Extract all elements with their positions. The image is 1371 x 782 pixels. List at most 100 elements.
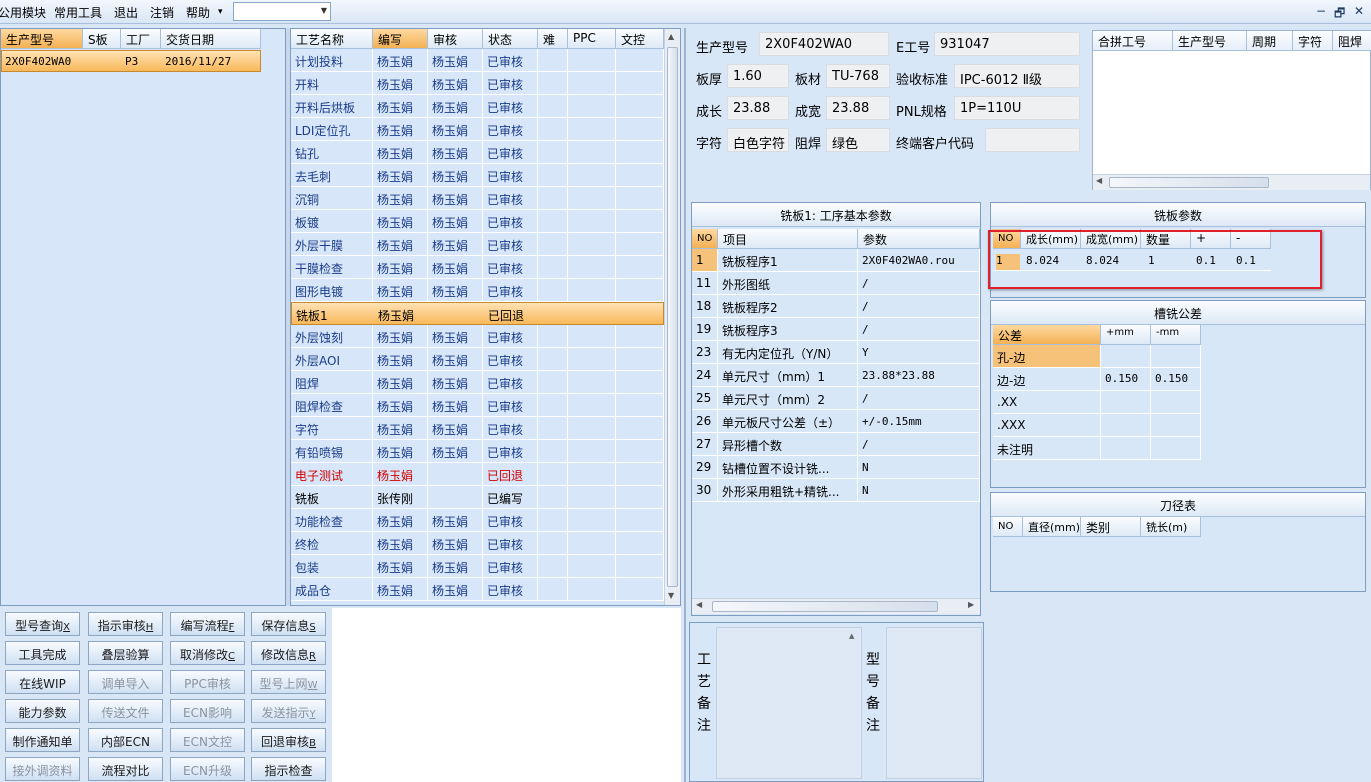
- solder-mask-field[interactable]: 绿色: [826, 128, 890, 152]
- table-row[interactable]: 25 单元尺寸（mm）2/: [692, 387, 980, 410]
- action-button[interactable]: 型号上网W: [251, 670, 326, 694]
- action-button[interactable]: ECN文控: [170, 728, 245, 752]
- table-row[interactable]: 26 单元板尺寸公差（±） +/-0.15mm: [692, 410, 980, 433]
- col-merge-char[interactable]: 字符: [1293, 31, 1333, 51]
- scroll-up-icon[interactable]: ▲: [668, 32, 674, 41]
- table-row[interactable]: 边-边 0.150 0.150: [993, 368, 1201, 391]
- process-scrollbar[interactable]: ▲ ▼: [664, 29, 680, 605]
- action-button[interactable]: 指示检查: [251, 757, 326, 781]
- col-model[interactable]: 生产型号: [1, 29, 83, 49]
- chevron-down-icon[interactable]: ▾: [218, 7, 223, 17]
- action-button[interactable]: 回退审核B: [251, 728, 326, 752]
- menu-common-tools[interactable]: 常用工具: [54, 4, 102, 21]
- col-tool-type[interactable]: 类别: [1081, 517, 1141, 537]
- table-row[interactable]: 1 铣板程序1 2X0F402WA0.rou: [692, 249, 980, 272]
- menu-exit[interactable]: 退出: [114, 4, 138, 21]
- table-row[interactable]: .XX: [993, 391, 1201, 414]
- table-row[interactable]: 未注明: [993, 437, 1201, 460]
- merge-hscrollbar[interactable]: ◀: [1093, 174, 1370, 190]
- table-row[interactable]: 铣板1 杨玉娟 已回退: [291, 302, 664, 325]
- action-button[interactable]: 能力参数: [5, 699, 80, 723]
- action-button[interactable]: 型号查询X: [5, 612, 80, 636]
- col-tolerance[interactable]: 公差: [993, 325, 1101, 345]
- col-no[interactable]: NO: [692, 229, 718, 249]
- table-row[interactable]: 外层干膜 杨玉娟 杨玉娟 已审核: [291, 233, 664, 256]
- table-row[interactable]: 23 有无内定位孔（Y/N） Y: [692, 341, 980, 364]
- char-field[interactable]: 白色字符: [727, 128, 789, 152]
- action-button[interactable]: 取消修改C: [170, 641, 245, 665]
- table-row[interactable]: 2X0F402WA0 P3 2016/11/27: [1, 50, 261, 72]
- close-icon[interactable]: ✕: [1354, 4, 1364, 18]
- table-row[interactable]: 29 钻槽位置不设计铣... N: [692, 456, 980, 479]
- table-row[interactable]: 18 铣板程序2/: [692, 295, 980, 318]
- col-merge-model[interactable]: 生产型号: [1173, 31, 1247, 51]
- col-s-board[interactable]: S板: [83, 29, 121, 49]
- col-reviewer[interactable]: 审核: [428, 29, 483, 49]
- action-button[interactable]: 接外调资料: [5, 757, 80, 781]
- col-process-name[interactable]: 工艺名称: [291, 29, 373, 49]
- table-row[interactable]: 去毛刺 杨玉娟 杨玉娟 已审核: [291, 164, 664, 187]
- standard-field[interactable]: IPC-6012 Ⅱ级: [954, 64, 1080, 88]
- action-button[interactable]: 在线WIP: [5, 670, 80, 694]
- base-params-hscrollbar[interactable]: ◀ ▶: [692, 598, 980, 614]
- table-row[interactable]: 功能检查 杨玉娟 杨玉娟 已审核: [291, 509, 664, 532]
- col-ppc[interactable]: PPC: [568, 29, 616, 49]
- action-button[interactable]: 修改信息R: [251, 641, 326, 665]
- table-row[interactable]: 外层AOI 杨玉娟 杨玉娟 已审核: [291, 348, 664, 371]
- col-writer[interactable]: 编写: [373, 29, 428, 49]
- scroll-thumb[interactable]: [712, 601, 938, 612]
- col-tool-diameter[interactable]: 直径(mm): [1023, 517, 1081, 537]
- scroll-down-icon[interactable]: ▼: [668, 591, 674, 600]
- e-job-field[interactable]: 931047: [934, 32, 1080, 56]
- table-row[interactable]: 沉铜 杨玉娟 杨玉娟 已审核: [291, 187, 664, 210]
- action-button[interactable]: ECN升级: [170, 757, 245, 781]
- table-row[interactable]: LDI定位孔 杨玉娟 杨玉娟 已审核: [291, 118, 664, 141]
- action-button[interactable]: ECN影响: [170, 699, 245, 723]
- scroll-right-icon[interactable]: ▶: [968, 600, 974, 609]
- col-param[interactable]: 参数: [858, 229, 980, 249]
- scroll-up-icon[interactable]: ▲: [849, 632, 854, 640]
- action-button[interactable]: PPC审核: [170, 670, 245, 694]
- client-code-field[interactable]: [985, 128, 1080, 152]
- scroll-thumb[interactable]: [1109, 177, 1269, 188]
- material-field[interactable]: TU-768: [826, 64, 890, 88]
- table-row[interactable]: 成品仓 杨玉娟 杨玉娟 已审核: [291, 578, 664, 601]
- width-field[interactable]: 23.88: [826, 96, 890, 120]
- action-button[interactable]: 传送文件: [88, 699, 163, 723]
- action-button[interactable]: 编写流程F: [170, 612, 245, 636]
- restore-icon[interactable]: 🗗: [1334, 4, 1345, 25]
- table-row[interactable]: 27 异形槽个数 /: [692, 433, 980, 456]
- col-item[interactable]: 项目: [718, 229, 858, 249]
- action-button[interactable]: 指示审核H: [88, 612, 163, 636]
- table-row[interactable]: 外层蚀刻 杨玉娟 杨玉娟 已审核: [291, 325, 664, 348]
- table-row[interactable]: 干膜检查 杨玉娟 杨玉娟 已审核: [291, 256, 664, 279]
- action-button[interactable]: 流程对比: [88, 757, 163, 781]
- menu-dropdown[interactable]: ▼: [233, 2, 331, 21]
- table-row[interactable]: 有铅喷锡 杨玉娟 杨玉娟 已审核: [291, 440, 664, 463]
- thickness-field[interactable]: 1.60: [727, 64, 789, 88]
- action-button[interactable]: 工具完成: [5, 641, 80, 665]
- model-note-field[interactable]: [886, 627, 982, 779]
- col-merge-mask[interactable]: 阻焊: [1333, 31, 1371, 51]
- action-button[interactable]: 调单导入: [88, 670, 163, 694]
- col-merge-cycle[interactable]: 周期: [1247, 31, 1293, 51]
- table-row[interactable]: 19 铣板程序3/: [692, 318, 980, 341]
- table-row[interactable]: 开料 杨玉娟 杨玉娟 已审核: [291, 72, 664, 95]
- table-row[interactable]: 板镀 杨玉娟 杨玉娟 已审核: [291, 210, 664, 233]
- table-row[interactable]: 终检 杨玉娟 杨玉娟 已审核: [291, 532, 664, 555]
- menu-help[interactable]: 帮助: [186, 4, 210, 21]
- action-button[interactable]: 内部ECN: [88, 728, 163, 752]
- table-row[interactable]: 铣板 张传刚 已编写: [291, 486, 664, 509]
- col-tool-no[interactable]: NO: [993, 517, 1023, 537]
- col-minus-mm[interactable]: -mm: [1151, 325, 1201, 345]
- col-difficulty[interactable]: 难: [538, 29, 568, 49]
- table-row[interactable]: 24 单元尺寸（mm）1 23.88*23.88: [692, 364, 980, 387]
- menu-public-modules[interactable]: 公用模块: [0, 4, 46, 21]
- table-row[interactable]: 开料后烘板 杨玉娟 杨玉娟 已审核: [291, 95, 664, 118]
- col-doc-control[interactable]: 文控: [616, 29, 664, 49]
- minimize-icon[interactable]: −: [1316, 4, 1326, 18]
- table-row[interactable]: 11 外形图纸 /: [692, 272, 980, 295]
- col-tool-length[interactable]: 铣长(m): [1141, 517, 1201, 537]
- table-row[interactable]: 孔-边: [993, 345, 1201, 368]
- table-row[interactable]: .XXX: [993, 414, 1201, 437]
